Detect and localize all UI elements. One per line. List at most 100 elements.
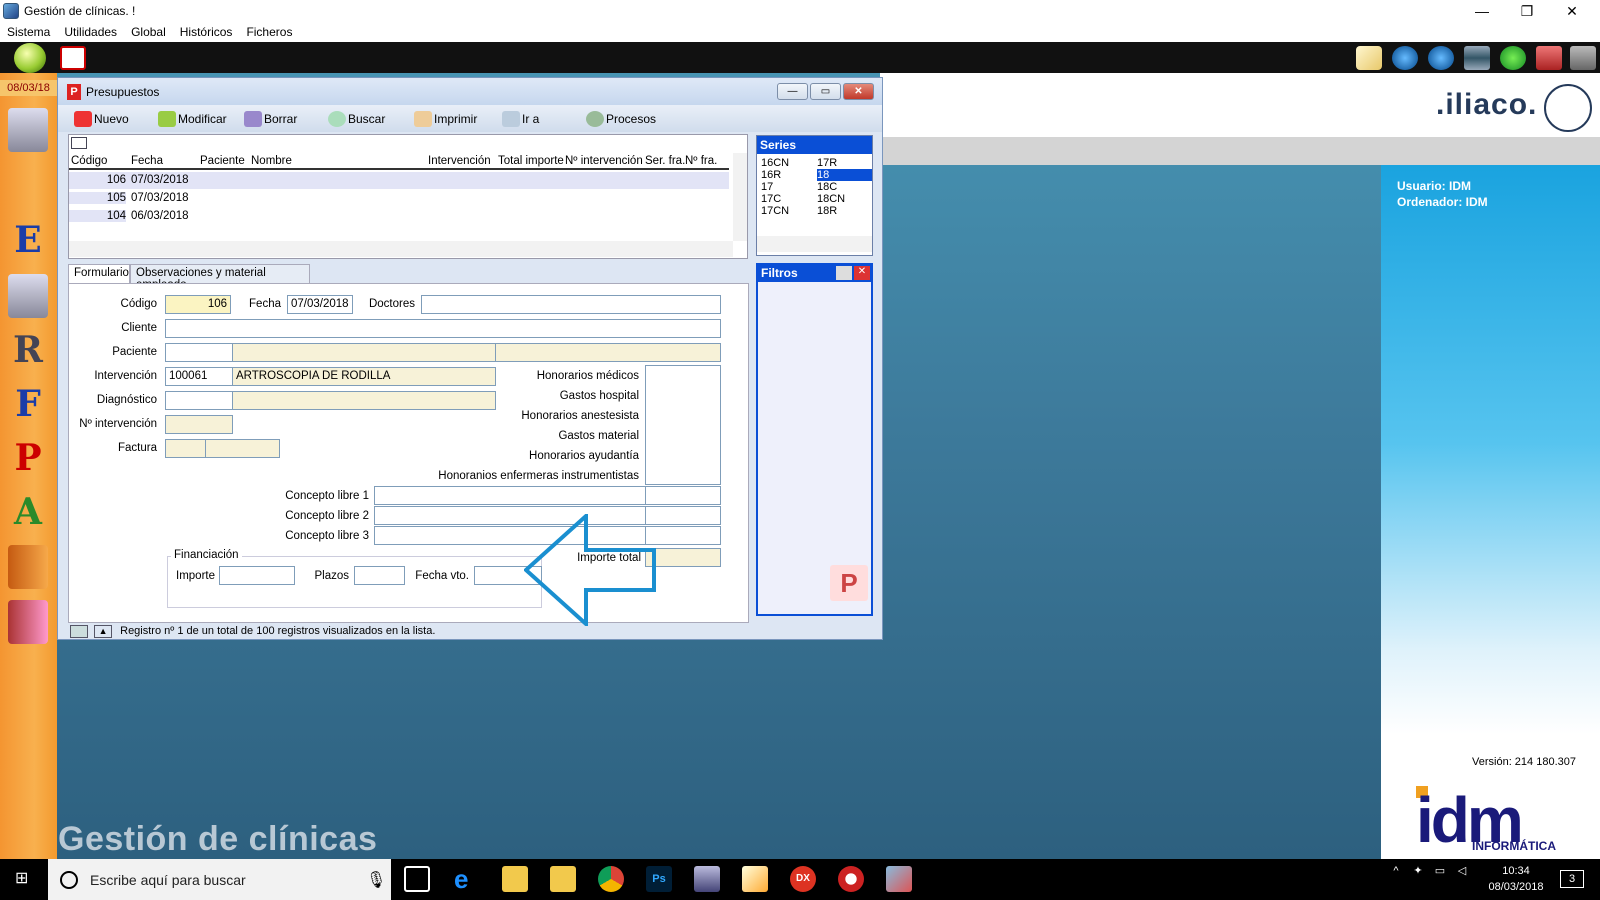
- col-codigo[interactable]: Código: [71, 155, 107, 167]
- buscar-button[interactable]: Buscar: [328, 110, 385, 128]
- imprimir-button[interactable]: Imprimir: [414, 110, 477, 128]
- grid-horizontal-scrollbar[interactable]: [69, 241, 733, 257]
- table-row[interactable]: 104 06/03/2018: [69, 208, 729, 225]
- volume-icon[interactable]: ◁: [1454, 863, 1470, 879]
- factura-serie-field[interactable]: [165, 439, 206, 458]
- windows-start-icon[interactable]: ⊞: [15, 870, 33, 888]
- home-orb-icon[interactable]: [14, 43, 46, 73]
- chevron-up-icon[interactable]: ▲: [94, 624, 113, 638]
- menu-ficheros[interactable]: Ficheros: [246, 25, 292, 39]
- task-view-icon[interactable]: [404, 866, 430, 892]
- ir-a-button[interactable]: Ir a: [502, 110, 539, 128]
- codigo-field[interactable]: 106: [165, 295, 231, 314]
- sidebar-a-icon[interactable]: A: [8, 490, 48, 534]
- series-scrollbar[interactable]: [757, 236, 872, 252]
- table-row[interactable]: 105 07/03/2018: [69, 190, 729, 207]
- col-n-intervencion[interactable]: Nº intervención: [565, 155, 643, 167]
- status-layout-icon[interactable]: [70, 624, 88, 638]
- doctores-field[interactable]: [421, 295, 721, 314]
- book-pink-icon[interactable]: [8, 600, 48, 644]
- series-item[interactable]: 17R: [817, 157, 872, 169]
- concepto-libre-1-value[interactable]: [645, 486, 721, 505]
- dropbox-icon[interactable]: ✦: [1410, 863, 1426, 879]
- plazos-field[interactable]: [354, 566, 405, 585]
- taskbar-clock[interactable]: 10:34 08/03/2018: [1476, 863, 1556, 895]
- sidebar-f-icon[interactable]: F: [8, 382, 48, 426]
- col-nombre[interactable]: Nombre: [251, 155, 292, 167]
- diagnostico-code-field[interactable]: [165, 391, 233, 410]
- nuevo-button[interactable]: Nuevo: [74, 110, 129, 128]
- forward-arrow-icon[interactable]: [1428, 46, 1454, 70]
- importe-field[interactable]: [219, 566, 295, 585]
- grid-vertical-scrollbar[interactable]: [733, 153, 747, 241]
- menu-historicos[interactable]: Históricos: [180, 25, 233, 39]
- series-item[interactable]: 18CN: [817, 193, 872, 205]
- series-item[interactable]: 16R: [761, 169, 789, 181]
- table-row[interactable]: 106 07/03/2018: [69, 172, 729, 189]
- fecha-field[interactable]: 07/03/2018: [287, 295, 353, 314]
- pin-icon[interactable]: [836, 266, 852, 280]
- active-app-icon[interactable]: [886, 866, 912, 892]
- sidebar-r-icon[interactable]: R: [8, 328, 48, 372]
- help-icon[interactable]: [1500, 46, 1526, 70]
- col-intervencion[interactable]: Intervención: [428, 155, 491, 167]
- file-explorer-outlook-icon[interactable]: [502, 866, 528, 892]
- series-item[interactable]: 16CN: [761, 157, 789, 169]
- dialog-maximize-button[interactable]: ▭: [810, 83, 841, 100]
- dialog-close-button[interactable]: ✕: [843, 83, 874, 100]
- sidebar-p-icon[interactable]: P: [8, 436, 48, 480]
- book-orange-icon[interactable]: [8, 545, 48, 589]
- col-paciente[interactable]: Paciente: [200, 155, 245, 167]
- taskbar-search[interactable]: Escribe aquí para buscar 🎙: [48, 859, 391, 900]
- series-item[interactable]: 18C: [817, 181, 872, 193]
- gestion-app-icon[interactable]: [742, 866, 768, 892]
- notifications-icon[interactable]: 3: [1560, 870, 1584, 888]
- close-button[interactable]: ✕: [1550, 0, 1594, 22]
- borrar-button[interactable]: Borrar: [244, 110, 297, 128]
- sidebar-e-icon[interactable]: E: [8, 218, 48, 262]
- tab-formulario[interactable]: Formulario: [68, 264, 130, 284]
- factura-numero-field[interactable]: [205, 439, 280, 458]
- col-n-fra[interactable]: Nº fra.: [685, 155, 717, 167]
- patient-face-icon[interactable]: [8, 164, 48, 208]
- dx-icon[interactable]: DX: [790, 866, 816, 892]
- paciente-name-field[interactable]: [232, 343, 496, 362]
- tab-observaciones[interactable]: Observaciones y material empleado: [130, 264, 310, 291]
- close-window-icon[interactable]: [1536, 46, 1562, 70]
- concepto-libre-1-field[interactable]: [374, 486, 646, 505]
- series-item-selected[interactable]: 18: [817, 169, 872, 181]
- minimize-button[interactable]: —: [1460, 0, 1504, 22]
- microphone-icon[interactable]: 🎙: [366, 870, 386, 890]
- chrome-icon[interactable]: [598, 866, 624, 892]
- paciente-code-field[interactable]: [165, 343, 233, 362]
- edge-icon[interactable]: e: [454, 866, 480, 892]
- series-item[interactable]: 17: [761, 181, 789, 193]
- honorarios-values-field[interactable]: [645, 365, 721, 485]
- grid-layout-icon[interactable]: [71, 137, 87, 149]
- series-item[interactable]: 17CN: [761, 205, 789, 217]
- paciente-extra-field[interactable]: [495, 343, 721, 362]
- dialog-minimize-button[interactable]: —: [777, 83, 808, 100]
- menu-utilidades[interactable]: Utilidades: [64, 25, 117, 39]
- photoshop-icon[interactable]: Ps: [646, 866, 672, 892]
- col-fecha[interactable]: Fecha: [131, 155, 163, 167]
- exit-icon[interactable]: [1570, 46, 1596, 70]
- network-icon[interactable]: ▭: [1432, 863, 1448, 879]
- cliente-field[interactable]: [165, 319, 721, 338]
- mail-icon[interactable]: [1356, 46, 1382, 70]
- menu-global[interactable]: Global: [131, 25, 166, 39]
- app-red-icon[interactable]: [838, 866, 864, 892]
- restore-button[interactable]: ❐: [1505, 0, 1549, 22]
- back-arrow-icon[interactable]: [1392, 46, 1418, 70]
- remote-desktop-icon[interactable]: [694, 866, 720, 892]
- col-total-importe[interactable]: Total importe: [498, 155, 564, 167]
- agenda-clock-2-icon[interactable]: [8, 274, 48, 318]
- presupuestos-icon[interactable]: [60, 46, 86, 70]
- series-item[interactable]: 17C: [761, 193, 789, 205]
- n-intervencion-field[interactable]: [165, 415, 233, 434]
- filtros-close-icon[interactable]: ✕: [854, 266, 870, 280]
- intervencion-code-field[interactable]: 100061: [165, 367, 233, 386]
- modificar-button[interactable]: Modificar: [158, 110, 227, 128]
- col-ser-fra[interactable]: Ser. fra.: [645, 155, 685, 167]
- series-item[interactable]: 18R: [817, 205, 872, 217]
